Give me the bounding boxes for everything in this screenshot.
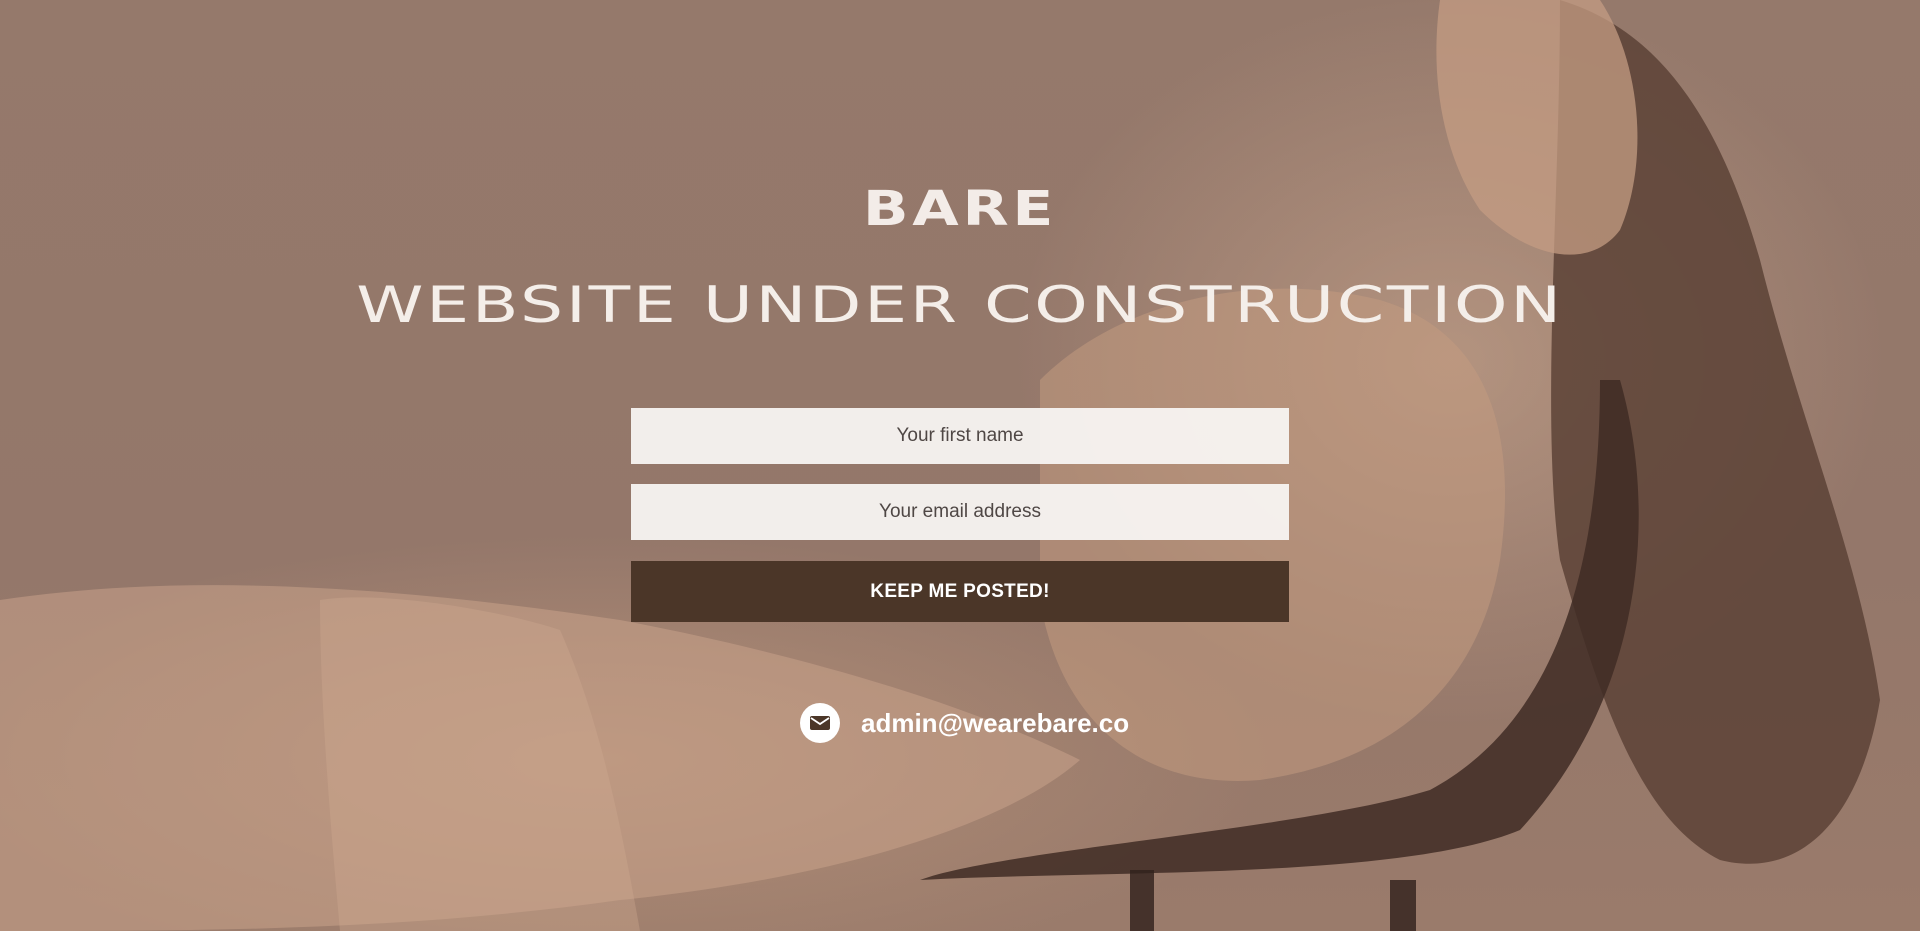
contact-email-link[interactable]: admin@wearebare.co xyxy=(861,708,1129,739)
landing-content: BARE WEBSITE UNDER CONSTRUCTION KEEP ME … xyxy=(0,0,1920,931)
brand-logo: BARE xyxy=(862,181,1058,237)
first-name-input[interactable] xyxy=(631,408,1289,464)
envelope-icon xyxy=(800,703,840,743)
contact-email: admin@wearebare.co xyxy=(800,703,1129,743)
email-input[interactable] xyxy=(631,484,1289,540)
page-title: WEBSITE UNDER CONSTRUCTION xyxy=(356,276,1564,334)
keep-me-posted-button[interactable]: KEEP ME POSTED! xyxy=(631,561,1289,622)
